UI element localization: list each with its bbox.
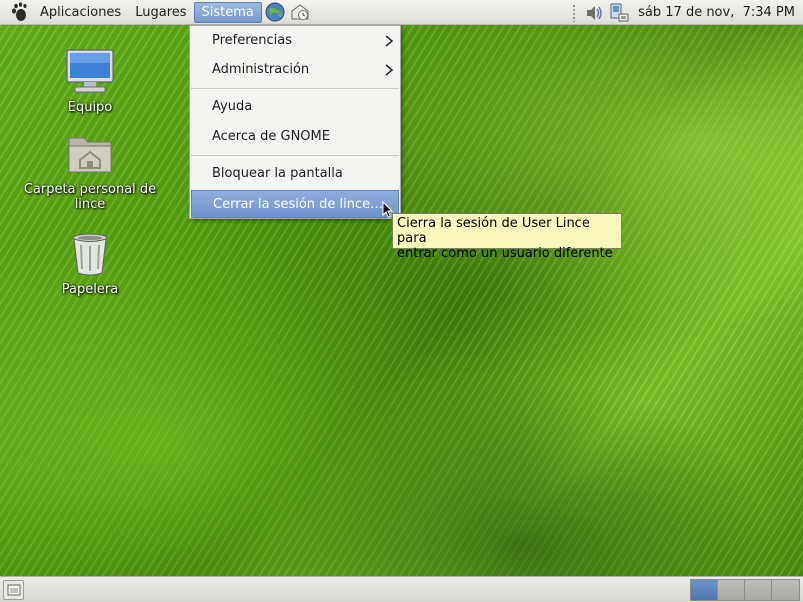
desktop[interactable]: Equipo Carpeta personal de lince Papeler… — [0, 25, 803, 576]
show-desktop-icon — [7, 584, 20, 596]
workspace-4[interactable] — [772, 580, 799, 600]
menu-item-label: Bloquear la pantalla — [212, 166, 343, 181]
menu-lugares[interactable]: Lugares — [128, 1, 193, 24]
gnome-foot-icon[interactable] — [7, 0, 33, 25]
menu-item-preferencias[interactable]: Preferencias — [191, 27, 399, 55]
desktop-icon-label: Equipo — [67, 100, 113, 115]
desktop-icon-home-folder[interactable]: Carpeta personal de lince — [15, 128, 165, 212]
menu-item-ayuda[interactable]: Ayuda — [191, 93, 399, 121]
chevron-right-icon — [385, 35, 393, 47]
computer-icon — [64, 46, 116, 98]
menu-item-administracion[interactable]: Administración — [191, 56, 399, 84]
volume-icon[interactable] — [584, 2, 606, 24]
trash-icon — [64, 228, 116, 280]
workspace-switcher — [690, 579, 800, 601]
web-browser-icon[interactable] — [263, 0, 287, 24]
desktop-icon-label: Carpeta personal de lince — [23, 182, 157, 212]
network-icon[interactable] — [608, 2, 630, 24]
menu-item-label: Acerca de GNOME — [212, 129, 330, 144]
show-desktop-button[interactable] — [3, 580, 24, 600]
bottom-panel — [0, 576, 803, 602]
chevron-right-icon — [385, 64, 393, 76]
menu-separator — [191, 88, 399, 89]
clock[interactable]: sáb 17 de nov, 7:34 PM — [638, 5, 795, 20]
workspace-2[interactable] — [718, 580, 745, 600]
menu-item-label: Administración — [212, 62, 310, 77]
tooltip-line: entrar como un usuario diferente — [397, 246, 613, 261]
mouse-pointer-icon — [382, 201, 394, 219]
workspace-1[interactable] — [691, 580, 718, 600]
menu-separator — [191, 155, 399, 156]
home-folder-icon — [64, 128, 116, 180]
menu-item-acerca-de-gnome[interactable]: Acerca de GNOME — [191, 123, 399, 151]
desktop-icon-label: Papelera — [61, 282, 119, 297]
menu-sistema[interactable]: Sistema — [193, 1, 262, 23]
workspace-3[interactable] — [745, 580, 772, 600]
tooltip: Cierra la sesión de User Lince para entr… — [392, 213, 622, 261]
top-panel: Aplicaciones Lugares Sistema sáb 17 de n… — [0, 0, 803, 25]
menu-aplicaciones[interactable]: Aplicaciones — [33, 1, 128, 24]
panel-separator — [572, 3, 577, 22]
desktop-icon-papelera[interactable]: Papelera — [15, 228, 165, 297]
menu-item-bloquear-pantalla[interactable]: Bloquear la pantalla — [191, 160, 399, 188]
mail-client-icon[interactable] — [288, 0, 312, 24]
sistema-menu: Preferencias Administración Ayuda Acerca… — [189, 25, 401, 219]
tooltip-line: Cierra la sesión de User Lince para — [397, 216, 590, 246]
menu-item-cerrar-sesion[interactable]: Cerrar la sesión de lince… — [191, 190, 399, 218]
desktop-icon-equipo[interactable]: Equipo — [15, 46, 165, 115]
menu-item-label: Ayuda — [212, 99, 253, 114]
menu-item-label: Cerrar la sesión de lince… — [213, 197, 384, 212]
system-tray: sáb 17 de nov, 7:34 PM — [572, 0, 803, 25]
menu-item-label: Preferencias — [212, 33, 293, 48]
